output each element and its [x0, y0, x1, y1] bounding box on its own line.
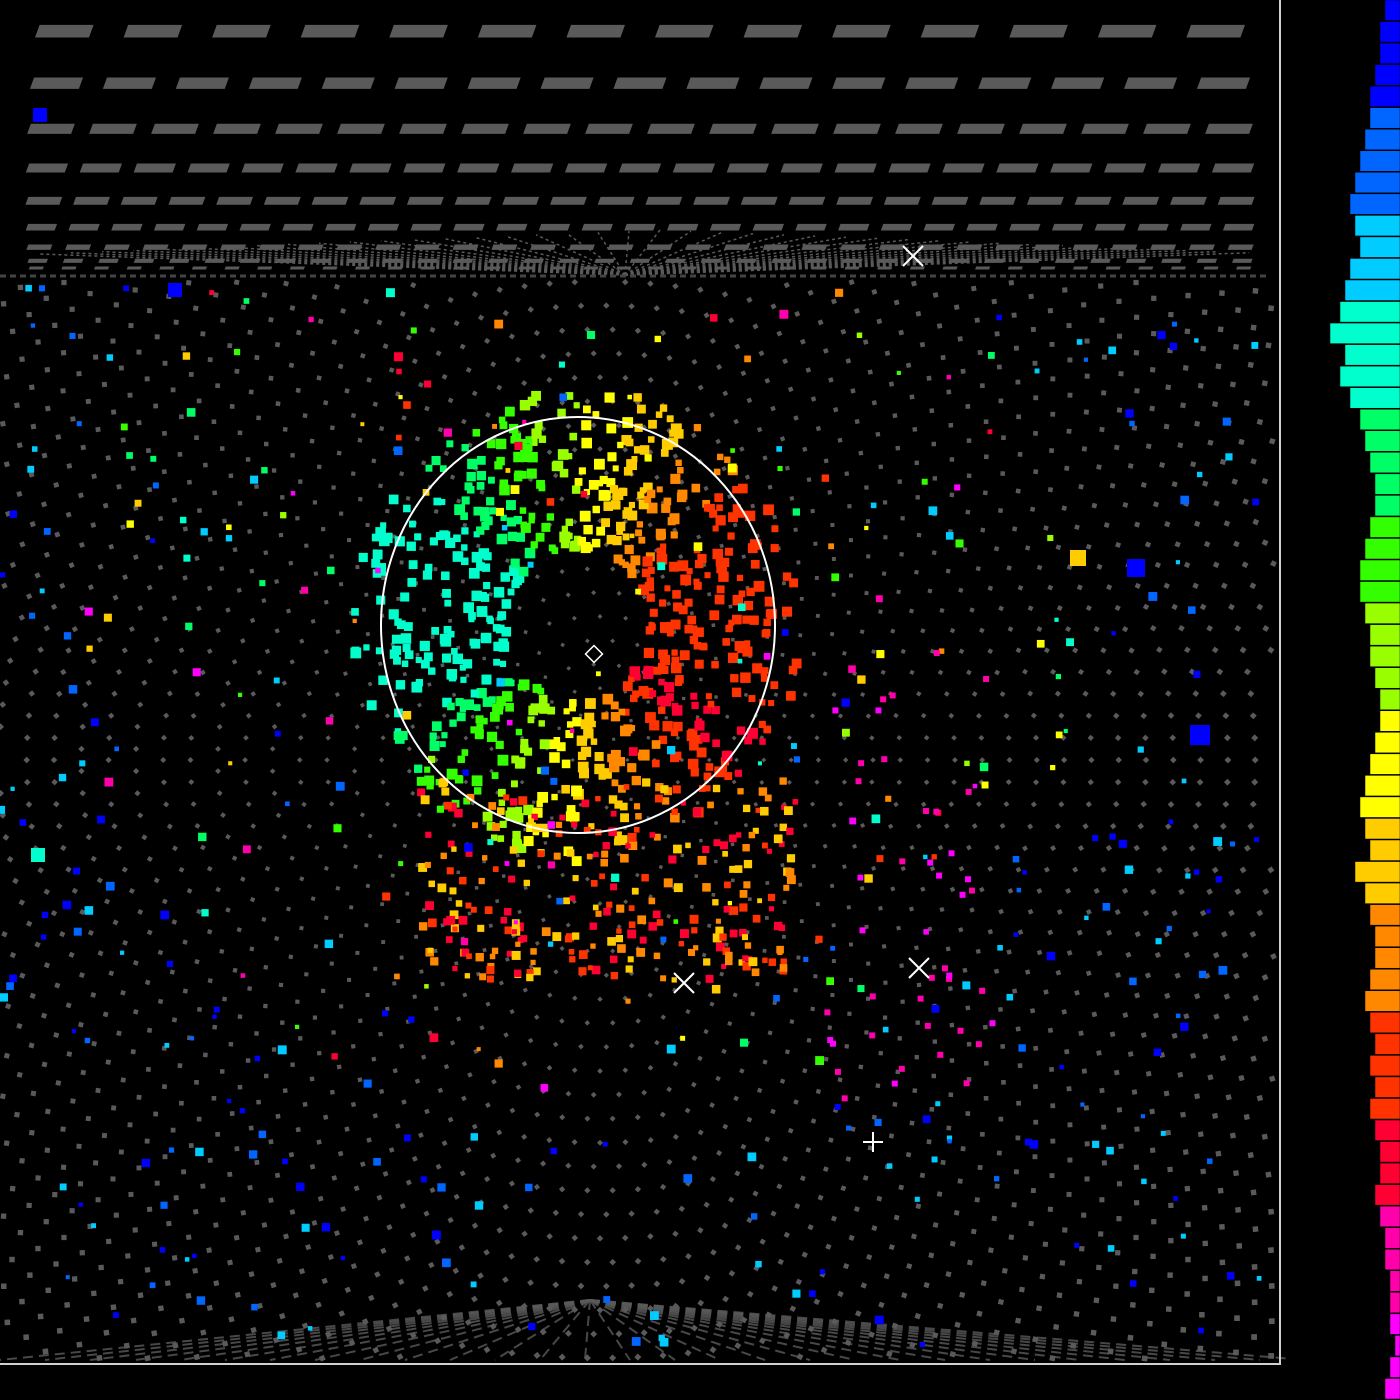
- histogram-bar: [1379, 42, 1400, 64]
- histogram-bar: [1354, 861, 1400, 883]
- histogram-bar: [1329, 322, 1400, 344]
- histogram-bar: [1384, 1227, 1400, 1249]
- histogram-bar: [1364, 538, 1400, 560]
- histogram-bar: [1384, 1378, 1400, 1400]
- histogram-bar: [1364, 602, 1400, 624]
- cross-marker: [908, 957, 930, 979]
- plus-marker: [863, 1132, 883, 1152]
- histogram-bar: [1374, 732, 1400, 754]
- histogram-bar: [1364, 990, 1400, 1012]
- histogram-bar: [1364, 128, 1400, 151]
- histogram-bar: [1359, 150, 1400, 172]
- histogram-bar: [1374, 1119, 1400, 1141]
- histogram-bar: [1389, 1356, 1400, 1378]
- histogram-bar: [1364, 775, 1400, 797]
- histogram-bar: [1354, 172, 1400, 194]
- histogram-bar: [1374, 64, 1400, 86]
- bottom-endcap: [0, 1299, 1290, 1361]
- histogram-bar: [1364, 430, 1400, 452]
- histogram-bar: [1379, 710, 1400, 732]
- histogram-bar: [1374, 667, 1400, 689]
- barrel-pmts: [0, 278, 1277, 1362]
- histogram-bar: [1369, 85, 1400, 107]
- histogram-bar: [1369, 1055, 1400, 1077]
- histogram-bar: [1359, 796, 1400, 818]
- histogram-bar: [1359, 236, 1400, 258]
- histogram-bar: [1359, 581, 1400, 603]
- histogram-bar: [1349, 387, 1400, 409]
- histogram-bar: [1369, 452, 1400, 474]
- histogram-bar: [1354, 215, 1400, 237]
- histogram-bar: [1359, 408, 1400, 431]
- histogram-bar: [1384, 1248, 1400, 1271]
- histogram-bar: [1369, 107, 1400, 129]
- vertex-marker: [584, 644, 604, 664]
- histogram-bar: [1339, 301, 1400, 323]
- histogram-bar: [1339, 365, 1400, 387]
- histogram-bar: [1369, 516, 1400, 538]
- histogram-bar: [1369, 904, 1400, 926]
- histogram-bar: [1374, 473, 1400, 495]
- histogram-bar: [1374, 1184, 1400, 1206]
- cross-marker: [673, 972, 695, 994]
- histogram-bar: [1349, 193, 1400, 215]
- histogram-bar: [1364, 818, 1400, 840]
- histogram-bar: [1369, 624, 1400, 646]
- histogram-bar: [1344, 344, 1400, 366]
- histogram-bar: [1344, 279, 1400, 301]
- histogram-bar: [1379, 688, 1400, 711]
- histogram-bar: [1369, 1012, 1400, 1034]
- histogram-bar: [1384, 0, 1400, 21]
- histogram-bar: [1389, 1313, 1400, 1335]
- histogram-bar: [1374, 1076, 1400, 1098]
- histogram-bar: [1389, 1292, 1400, 1314]
- timing-histogram: [1329, 0, 1400, 1400]
- event-display[interactable]: [0, 0, 1290, 1400]
- histogram-bar: [1394, 1335, 1400, 1357]
- histogram-bar: [1369, 645, 1400, 667]
- histogram-bar: [1369, 839, 1400, 861]
- histogram-bar: [1369, 968, 1400, 991]
- histogram-bar: [1374, 495, 1400, 517]
- histogram-bar: [1369, 1098, 1400, 1120]
- top-endcap: [0, 24, 1270, 278]
- histogram-bar: [1379, 1205, 1400, 1227]
- histogram-bar: [1379, 1141, 1400, 1163]
- histogram-bar: [1369, 753, 1400, 775]
- histogram-bar: [1349, 258, 1400, 280]
- histogram-bar: [1364, 882, 1400, 904]
- histogram-bar: [1389, 1270, 1400, 1292]
- histogram-bar: [1359, 559, 1400, 581]
- histogram-bar: [1379, 21, 1400, 43]
- histogram-bar: [1374, 925, 1400, 947]
- histogram-bar: [1379, 1162, 1400, 1184]
- histogram-bar: [1374, 947, 1400, 969]
- histogram-bar: [1374, 1033, 1400, 1055]
